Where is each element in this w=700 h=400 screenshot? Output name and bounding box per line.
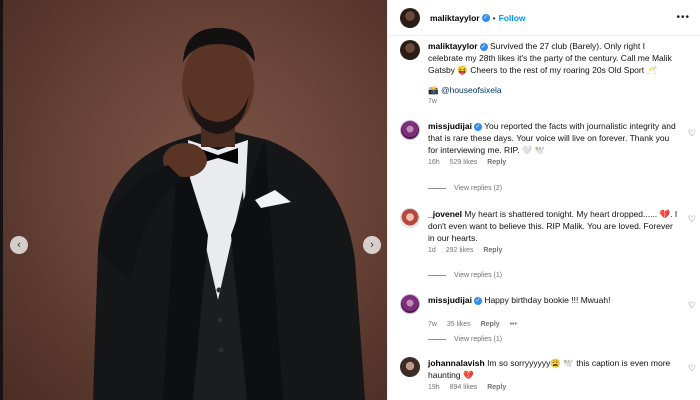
carousel-prev-button[interactable]: ‹ [10, 236, 28, 254]
comment-text: Happy birthday bookie !!! Mwuah! [484, 295, 611, 305]
view-replies-button[interactable]: View replies (1) [428, 336, 502, 343]
follow-button[interactable]: Follow [499, 13, 526, 23]
avatar[interactable] [400, 7, 420, 28]
post-side-panel: maliktayylor ✓ • Follow ••• maliktayylor… [387, 0, 700, 400]
heart-icon[interactable]: ♡ [688, 300, 696, 311]
mention-link[interactable]: @houseofsixela [441, 85, 502, 95]
reply-button[interactable]: Reply [481, 321, 500, 328]
comment-time: 19h [428, 384, 440, 391]
comment-likes[interactable]: 292 likes [446, 247, 474, 254]
heart-icon[interactable]: ♡ [688, 363, 696, 374]
view-replies-button[interactable]: View replies (2) [428, 185, 502, 192]
comment-time: 7w [428, 321, 437, 328]
comment-username[interactable]: missjudijai [428, 121, 472, 131]
comment-item: johannalavish Im so sorryyyyyy😩 🕊️ this … [400, 357, 688, 391]
avatar[interactable] [400, 357, 420, 377]
view-replies-button[interactable]: View replies (1) [428, 272, 502, 279]
chevron-left-icon: ‹ [17, 238, 21, 251]
comment-likes[interactable]: 894 likes [450, 384, 478, 391]
comment-username[interactable]: _jovenel [428, 209, 462, 219]
post-photo [93, 28, 365, 400]
reply-button[interactable]: Reply [487, 384, 506, 391]
comment-likes[interactable]: 529 likes [450, 159, 478, 166]
chevron-right-icon: › [370, 238, 374, 251]
verified-icon: ✓ [479, 42, 488, 51]
avatar[interactable] [400, 208, 420, 228]
separator-dot: • [492, 12, 496, 23]
comment-more-button[interactable]: ••• [510, 321, 517, 328]
comment-text: My heart is shattered tonight. My heart … [428, 209, 678, 243]
reply-button[interactable]: Reply [483, 247, 502, 254]
header-username[interactable]: maliktayylor [430, 13, 480, 23]
post-media: ‹ › [0, 0, 387, 400]
caption-username[interactable]: maliktayylor [428, 41, 478, 51]
avatar[interactable] [400, 120, 420, 140]
comment-likes[interactable]: 35 likes [447, 321, 471, 328]
comments-list: maliktayylor ✓ Survived the 27 club (Bare… [388, 36, 700, 400]
verified-icon: ✓ [473, 296, 482, 305]
heart-icon[interactable]: ♡ [688, 128, 696, 139]
heart-icon[interactable]: ♡ [688, 214, 696, 225]
avatar[interactable] [400, 40, 420, 60]
avatar[interactable] [400, 294, 420, 314]
caption-time: 7w [428, 98, 437, 105]
verified-icon: ✓ [481, 13, 490, 22]
more-options-button[interactable]: ••• [676, 12, 690, 23]
comment-item: missjudijai ✓ Happy birthday bookie !!! M… [400, 294, 688, 328]
comment-time: 1d [428, 247, 436, 254]
comment-item: missjudijai ✓ You reported the facts with… [400, 120, 688, 166]
comment-time: 16h [428, 159, 440, 166]
post-header: maliktayylor ✓ • Follow ••• [388, 0, 700, 36]
comment-item: _jovenel My heart is shattered tonight. … [400, 208, 688, 254]
camera-icon: 📸 [428, 85, 439, 95]
carousel-next-button[interactable]: › [363, 236, 381, 254]
comment-username[interactable]: johannalavish [428, 358, 485, 368]
caption: maliktayylor ✓ Survived the 27 club (Bare… [400, 40, 688, 105]
verified-icon: ✓ [473, 122, 482, 131]
reply-button[interactable]: Reply [487, 159, 506, 166]
comment-username[interactable]: missjudijai [428, 295, 472, 305]
